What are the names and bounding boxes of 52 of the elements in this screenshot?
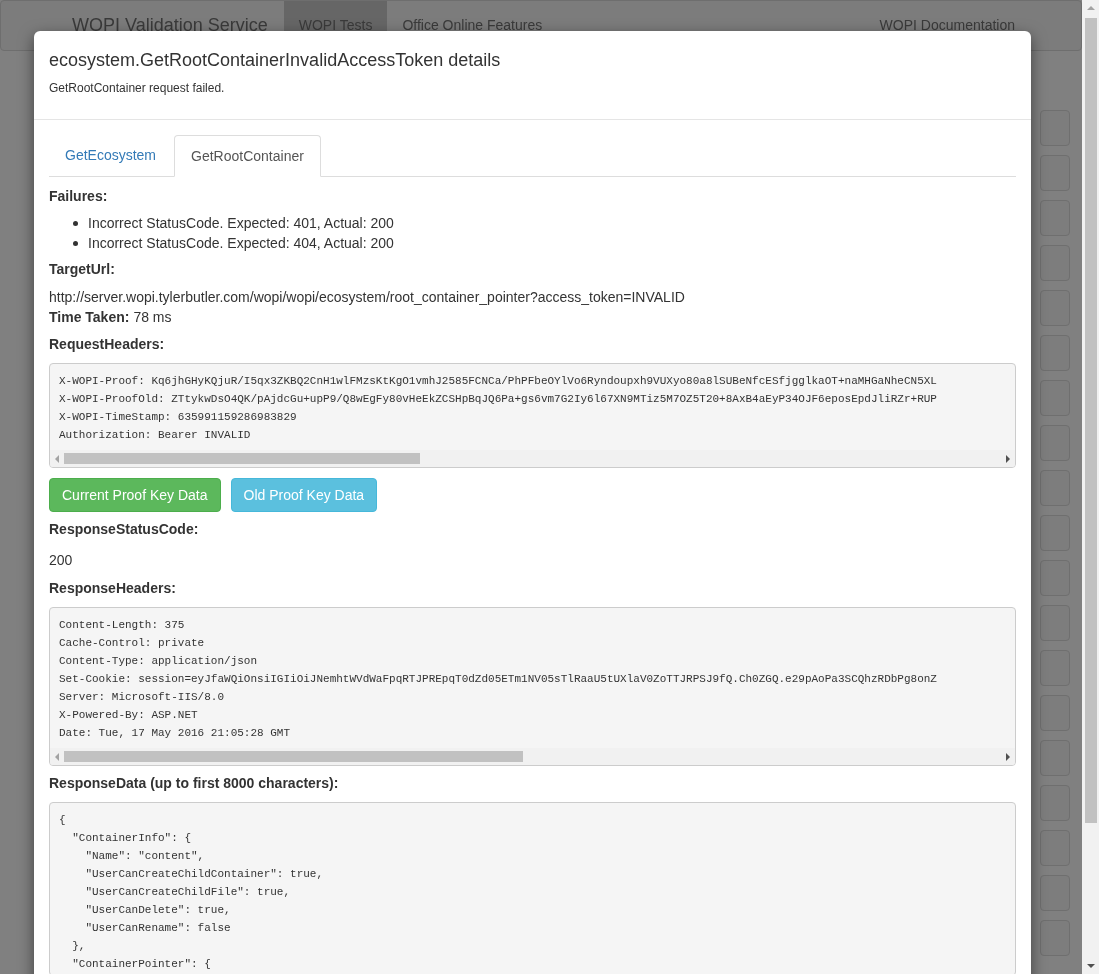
code-line: "ContainerInfo": {	[71, 831, 192, 846]
scrollbar-thumb[interactable]	[64, 751, 524, 762]
code-line: X-WOPI-Proof: Kq6jhGHyKQjuR/I5qx3ZKBQ2CnH1wlFMzsKtKgO1vmhJ2585FCNCa/PhPFbeOYlVo6Ryndoupxh9VUXyo80a8lSUBeNfcESfjgglkaOT+naMHGaNheCN5XL	[59, 374, 937, 389]
scroll-left-icon[interactable]	[55, 752, 59, 761]
scrollbar-thumb[interactable]	[1084, 18, 1097, 823]
proof-key-button[interactable]: Current Proof Key Data	[49, 478, 221, 512]
scroll-right-icon[interactable]	[1006, 752, 1010, 761]
code-line: X-Powered-By: ASP.NET	[59, 708, 198, 723]
status-code: 200	[49, 551, 73, 570]
code-line: Cache-Control: private	[59, 636, 205, 651]
tab[interactable]: GetRootContainer	[174, 135, 321, 177]
code-line: "UserCanDelete": true,	[84, 903, 231, 918]
code-line: Content-Type: application/json	[59, 654, 258, 669]
code-line: Date: Tue, 17 May 2016 21:05:28 GMT	[59, 726, 291, 741]
bullet-icon	[73, 240, 78, 246]
modal-title: ecosystem.GetRootContainerInvalidAccessToken details	[49, 49, 501, 72]
modal-subtitle: GetRootContainer request failed.	[49, 80, 225, 97]
code-line: {	[59, 813, 66, 828]
section-heading: RequestHeaders:	[49, 335, 165, 354]
scroll-up-icon[interactable]	[1086, 6, 1095, 10]
proof-key-button[interactable]: Old Proof Key Data	[230, 478, 378, 512]
section-heading: ResponseStatusCode:	[49, 520, 199, 539]
code-line: X-WOPI-ProofOld: ZTtykwDsO4QK/pAjdcGu+upP9/Q8wEgFy80vHeEkZCSHpBqJQ6Pa+gs6vm7G2Iy6l67XN9MTiz5M7OZ5T20+8AxB4aEyP34OJF6eposEpdJliRZr+RUP	[59, 392, 937, 407]
horizontal-scrollbar[interactable]	[50, 748, 1015, 765]
failure-text: Incorrect StatusCode. Expected: 404, Actual: 200	[88, 234, 394, 253]
scroll-right-icon[interactable]	[1006, 454, 1010, 463]
section-heading: TargetUrl:	[49, 260, 115, 279]
section-heading: Failures:	[49, 187, 108, 206]
section-heading: ResponseHeaders:	[49, 579, 176, 598]
code-line: "UserCanRename": false	[84, 921, 231, 936]
tab[interactable]: GetEcosystem	[49, 135, 173, 176]
failure-text: Incorrect StatusCode. Expected: 401, Actual: 200	[88, 214, 394, 233]
code-line: "UserCanCreateChildContainer": true,	[84, 867, 324, 882]
code-line: "ContainerPointer": {	[71, 957, 211, 972]
vertical-scrollbar[interactable]	[1082, 0, 1099, 974]
code-line: Server: Microsoft-IIS/8.0	[59, 690, 225, 705]
code-line: "UserCanCreateChildFile": true,	[84, 885, 291, 900]
scrollbar-thumb[interactable]	[64, 453, 421, 464]
time-taken-value: 78 ms	[133, 308, 172, 327]
code-line: X-WOPI-TimeStamp: 635991159286983829	[59, 410, 297, 425]
bullet-icon	[73, 220, 78, 226]
section-heading: ResponseData (up to first 8000 characters):	[49, 774, 339, 793]
target-url: http://server.wopi.tylerbutler.com/wopi/wopi/ecosystem/root_container_pointer?access_token=INVALID	[49, 288, 685, 307]
horizontal-scrollbar[interactable]	[50, 450, 1015, 467]
code-line: "Name": "content",	[84, 849, 205, 864]
code-line: Content-Length: 375	[59, 618, 185, 633]
scroll-left-icon[interactable]	[55, 454, 59, 463]
code-line: },	[71, 939, 86, 954]
time-taken-label: Time Taken:	[49, 308, 130, 327]
code-line: Authorization: Bearer INVALID	[59, 428, 251, 443]
scroll-down-icon[interactable]	[1086, 964, 1095, 968]
code-line: Set-Cookie: session=eyJfaWQiOnsiIGIiOiJNemhtWVdWaFpqRTJPREpqT0dZd05ETm1NV05sTlRaaU5tUXlaV0ZoTTJRPSJ9fQ.Ch0ZGQ.e29pAoPa3SCQhzRDbPg8onZ	[59, 672, 937, 687]
